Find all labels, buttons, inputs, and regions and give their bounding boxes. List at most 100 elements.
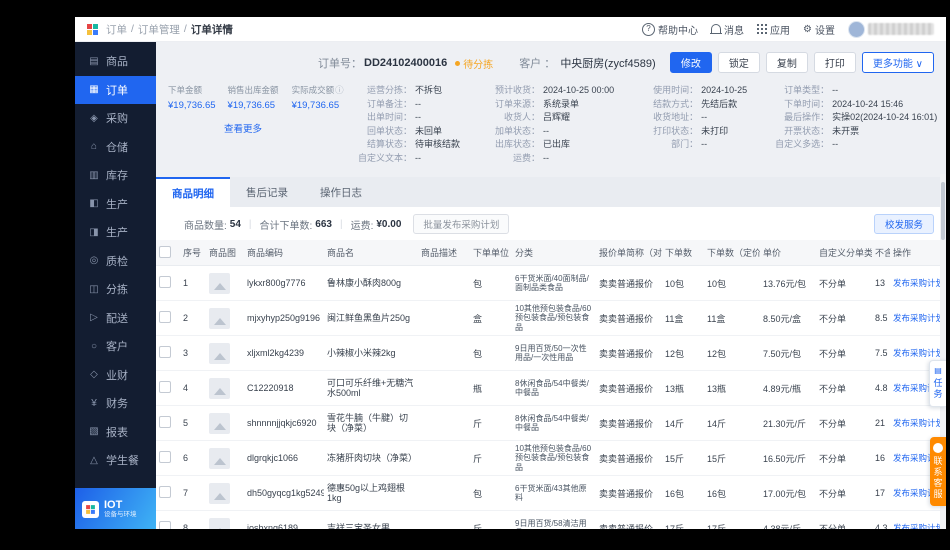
order-qty: 16包 — [662, 475, 704, 511]
settings-label: 设置 — [815, 25, 835, 37]
detail-card: 商品明细 售后记录 操作日志 商品数量: 54 | 合计下单数: 663 | 运… — [156, 177, 946, 529]
scrollbar-thumb[interactable] — [941, 182, 945, 240]
publish-purchase-plan-link[interactable]: 发布采购计划 — [890, 405, 946, 441]
field-label: 结款方式： — [653, 98, 699, 109]
user-account[interactable] — [848, 20, 934, 38]
product-category: 8休闲食品/54中餐类/中餐品 — [512, 405, 596, 441]
field-label: 自定义文本： — [357, 152, 412, 163]
settings-button[interactable]: ⚙ 设置 — [803, 22, 835, 37]
sidebar-item[interactable]: ◨ 生产 — [75, 218, 156, 247]
publish-purchase-plan-link[interactable]: 发布采购计划 — [890, 265, 946, 301]
task-float-tab[interactable]: ▤ 任务 — [929, 360, 946, 407]
sidebar-item[interactable]: ⌂ 仓储 — [75, 133, 156, 162]
amount-stat: 下单金额 ¥19,736.65 — [168, 84, 216, 111]
sidebar-item[interactable]: △ 学生餐 — [75, 446, 156, 475]
sidebar-item-label: 学生餐 — [106, 455, 139, 468]
field-row: 使用时间： 2024-10-25 — [640, 84, 747, 98]
amount-label: 销售出库金额 — [227, 85, 279, 95]
field-row: 出库状态： 已出库 — [482, 138, 614, 152]
order-action-button[interactable]: 复制 — [765, 52, 808, 73]
row-checkbox[interactable] — [159, 381, 171, 393]
sidebar-item[interactable]: ○ 客户 — [75, 332, 156, 361]
summary-bar: 商品数量: 54 | 合计下单数: 663 | 运费: ¥0.00 批量发布采购… — [156, 207, 946, 240]
table-row: 5 shnnnnjjqkjc6920 雪花牛腩（牛腱）切块（净菜） 斤 8休闲食… — [156, 405, 946, 441]
unit-price: 21.30元/斤 — [760, 405, 816, 441]
row-checkbox[interactable] — [159, 416, 171, 428]
truncated-price: 4.3 — [872, 510, 890, 529]
breadcrumb-item[interactable]: 订单管理 — [138, 22, 180, 37]
field-value: -- — [543, 125, 550, 136]
col-product-code: 商品编码 — [244, 240, 324, 266]
row-checkbox[interactable] — [159, 311, 171, 323]
gear-icon: ⚙ — [803, 23, 812, 35]
status-dot-icon — [455, 60, 461, 66]
help-center-button[interactable]: ? 帮助中心 — [642, 22, 698, 37]
sidebar-item[interactable]: ◇ 业财 — [75, 361, 156, 390]
sidebar-item[interactable]: ▧ 报表 — [75, 418, 156, 447]
field-value: 系统录单 — [543, 98, 580, 109]
product-code: xljxml2kg4239 — [244, 335, 324, 371]
unit-price: 17.00元/包 — [760, 475, 816, 511]
row-checkbox[interactable] — [159, 486, 171, 498]
row-checkbox[interactable] — [159, 276, 171, 288]
product-name: 闽江鲜鱼黑鱼片250g — [324, 300, 418, 336]
sidebar-item[interactable]: ¥ 财务 — [75, 389, 156, 418]
breadcrumb-item[interactable]: 订单 — [106, 22, 127, 37]
breadcrumb: 订单 / 订单管理 / 订单详情 — [106, 22, 233, 37]
select-all-checkbox[interactable] — [159, 245, 171, 258]
order-title-row: 订单号： DD24102400016 待分拣 客户 ： 中央厨房(zycf458… — [168, 50, 934, 76]
sidebar-item[interactable]: ▥ 库存 — [75, 161, 156, 190]
field-row: 出单时间： -- — [354, 111, 460, 125]
order-action-button[interactable]: 打印 — [813, 52, 856, 73]
order-no-label: 订单号： — [318, 58, 362, 70]
sidebar-item[interactable]: ◈ 采购 — [75, 104, 156, 133]
sidebar-item-icon: △ — [90, 454, 98, 466]
row-checkbox[interactable] — [159, 521, 171, 529]
sidebar-item-label: 业财 — [106, 369, 128, 382]
detail-tab[interactable]: 售后记录 — [230, 177, 304, 207]
product-name: 吉祥三宝圣女果 — [324, 510, 418, 529]
product-image-placeholder-icon — [209, 307, 230, 329]
sidebar-item[interactable]: ▷ 配送 — [75, 304, 156, 333]
order-action-button[interactable]: 锁定 — [717, 52, 760, 73]
sidebar-item[interactable]: ◧ 生产 — [75, 190, 156, 219]
product-category: 10其他预包装食品/60预包装食品/预包装食品 — [512, 300, 596, 336]
table-header: 序号 商品图 商品编码 商品名 商品描述 下单单位 分类 报价单简称（对外） 下… — [156, 240, 946, 266]
product-category: 10其他预包装食品/60预包装食品/预包装食品 — [512, 440, 596, 476]
order-actions: 修改 锁定 复制 打印 更多功能 ∨ — [669, 52, 934, 73]
publish-purchase-plan-link[interactable]: 发布采购计划 — [890, 510, 946, 529]
sidebar-item[interactable]: ▦ 订单 — [75, 75, 156, 104]
custom-split-type: 不分单 — [816, 440, 872, 476]
topbar: 订单 / 订单管理 / 订单详情 ? 帮助中心 消息 应用 ⚙ 设置 — [75, 17, 946, 42]
summary-stat: 商品数量: 54 — [168, 217, 241, 232]
detail-tab[interactable]: 操作日志 — [304, 177, 378, 207]
messages-button[interactable]: 消息 — [710, 22, 744, 37]
field-row: 打印状态： 未打印 — [640, 125, 747, 139]
publish-purchase-plan-link[interactable]: 发布采购计划 — [890, 300, 946, 336]
view-more-link[interactable]: 查看更多 — [168, 121, 318, 135]
order-action-button[interactable]: 修改 — [669, 52, 712, 73]
product-desc — [418, 335, 470, 371]
table-row: 2 mjxyhyp250g9196 闽江鲜鱼黑鱼片250g 盒 10其他预包装食… — [156, 300, 946, 336]
sidebar-item-label: 客户 — [106, 341, 128, 354]
field-label: 出单时间： — [366, 112, 412, 122]
task-icon: ▤ — [934, 366, 942, 375]
service-button[interactable]: 校发服务 — [873, 214, 934, 234]
sidebar-item[interactable]: ▤ 商品 — [75, 47, 156, 76]
product-desc — [418, 265, 470, 301]
field-label: 部门： — [671, 139, 699, 149]
product-code: lykxr800g7776 — [244, 265, 324, 301]
sidebar-item[interactable]: ◎ 质检 — [75, 247, 156, 276]
row-checkbox[interactable] — [159, 346, 171, 358]
row-checkbox[interactable] — [159, 451, 171, 463]
detail-tab[interactable]: 商品明细 — [156, 177, 230, 207]
sidebar-item[interactable]: ◫ 分拣 — [75, 275, 156, 304]
order-action-button[interactable]: 更多功能 ∨ — [861, 52, 934, 73]
contact-support-float-tab[interactable]: 联系客服 — [930, 437, 946, 506]
apps-button[interactable]: 应用 — [757, 22, 790, 37]
quote-name: 卖卖普通报价 — [596, 335, 662, 371]
field-value: 2024-10-25 00:00 — [543, 85, 615, 95]
table-row: 6 dlgrqkjc1066 冻猪肝肉切块（净菜） 斤 10其他预包装食品/60… — [156, 440, 946, 476]
field-label: 使用时间： — [653, 85, 699, 95]
batch-publish-purchase-plan-button[interactable]: 批量发布采购计划 — [413, 214, 510, 234]
